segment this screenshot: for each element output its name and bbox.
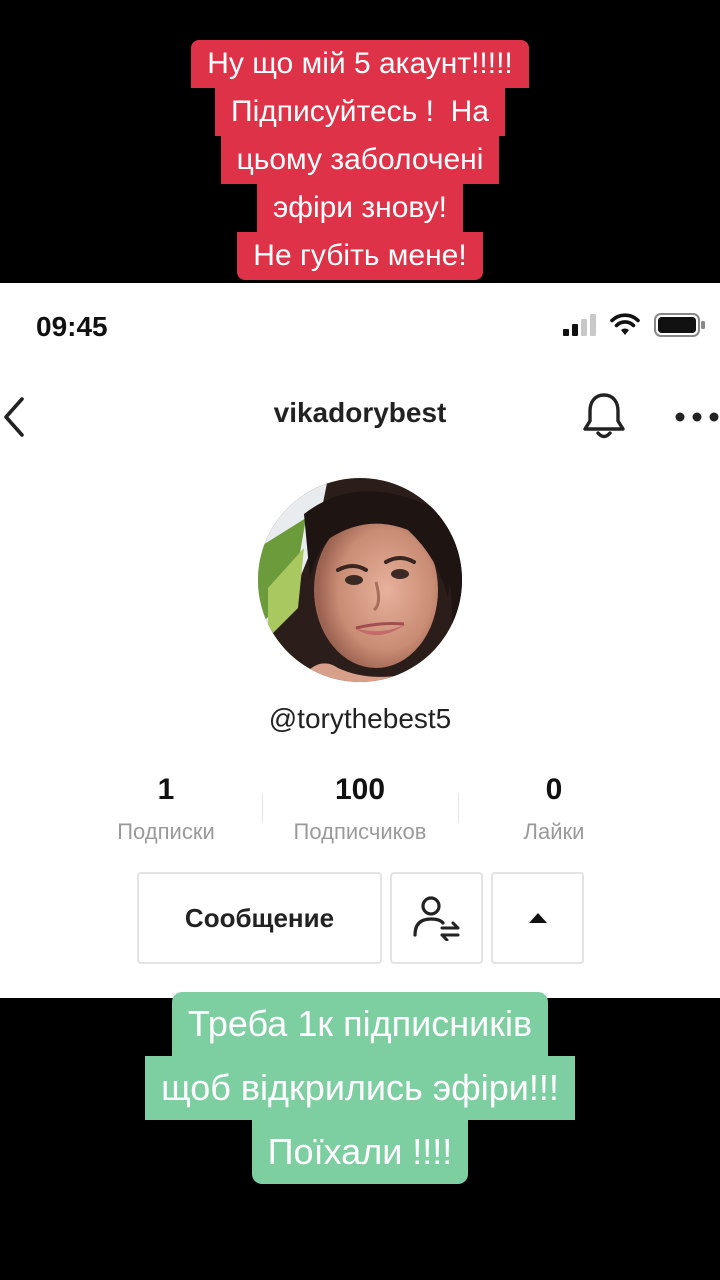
bell-icon[interactable] [580, 391, 628, 441]
top-caption: Ну що мій 5 акаунт!!!!! Підписуйтесь ! Н… [0, 40, 720, 280]
stat-label: Подписчиков [293, 819, 427, 844]
bottom-caption: Треба 1к підписників щоб відкрились эфір… [0, 992, 720, 1184]
stat-value: 100 [334, 773, 386, 806]
cellular-signal-icon [563, 314, 596, 336]
profile-handle: @torythebest5 [268, 703, 452, 734]
stat-divider [262, 793, 263, 823]
more-dots-icon[interactable] [674, 411, 720, 423]
stat-likes[interactable]: 0 Лайки [484, 773, 624, 845]
stat-followers[interactable]: 100 Подписчиков [270, 773, 450, 845]
bottom-caption-line: Треба 1к підписників [171, 992, 549, 1056]
stat-divider [458, 793, 459, 823]
stat-label: Лайки [523, 819, 585, 844]
expand-button[interactable] [491, 872, 584, 964]
top-caption-line: Підписуйтесь ! На [215, 88, 505, 136]
user-swap-icon [412, 896, 459, 941]
avatar[interactable] [258, 478, 462, 682]
status-icons [562, 313, 706, 337]
status-time: 09:45 [36, 311, 108, 342]
stat-value: 0 [545, 773, 563, 806]
stat-value: 1 [157, 773, 175, 806]
top-caption-line: Ну що мій 5 акаунт!!!!! [191, 40, 529, 88]
follow-toggle-button[interactable] [390, 872, 483, 964]
wifi-icon [610, 313, 640, 335]
top-caption-line: цьому заболочені [220, 136, 500, 184]
bottom-caption-line: Поїхали !!!! [251, 1120, 469, 1184]
battery-icon [654, 313, 705, 337]
stat-following[interactable]: 1 Подписки [96, 773, 236, 845]
profile-screenshot: 09:45 vikadorybest @torythebest5 1 Подпи… [0, 283, 720, 998]
top-caption-line: Не губіть мене! [237, 232, 483, 280]
message-button[interactable]: Сообщение [137, 872, 382, 964]
top-caption-line: эфіри знову! [256, 184, 464, 232]
caret-up-icon [528, 913, 547, 923]
stat-label: Подписки [117, 819, 215, 844]
bottom-caption-line: щоб відкрились эфіри!!! [145, 1056, 575, 1120]
